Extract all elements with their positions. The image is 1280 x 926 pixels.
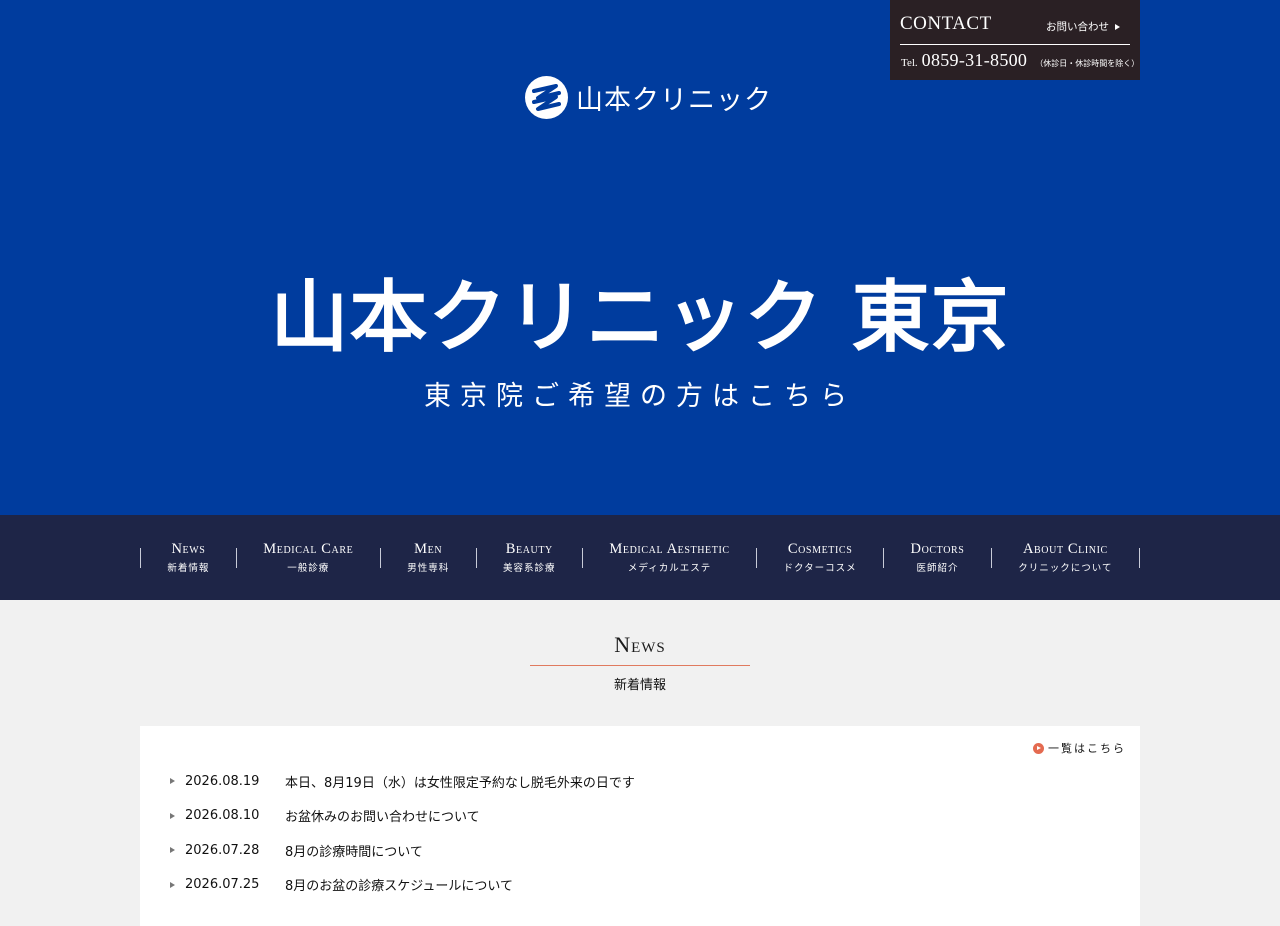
contact-link[interactable]: お問い合わせ	[1046, 19, 1120, 34]
news-date: 2026.07.28	[185, 842, 260, 858]
news-date: 2026.08.10	[185, 808, 260, 824]
news-list-link-label: 一覧はこちら	[1048, 742, 1126, 755]
nav-item-about-clinic[interactable]: About Clinic クリニックについて	[1018, 541, 1112, 574]
circle-arrow-icon	[1033, 742, 1044, 754]
contact-link-label: お問い合わせ	[1046, 21, 1109, 33]
hero-subtitle[interactable]: 東京院ご希望の方はこちら	[0, 374, 1280, 413]
nav-item-en: News	[171, 541, 206, 557]
nav-item-en: Beauty	[505, 541, 553, 557]
news-item[interactable]: 2026.07.28 8月の診療時間について	[170, 833, 635, 868]
tel-note: （休診日・休診時間を除く）	[1035, 59, 1140, 68]
nav-divider	[379, 547, 381, 568]
news-heading: News	[614, 632, 666, 657]
nav-item-ja: 新着情報	[167, 563, 210, 574]
nav-item-news[interactable]: News 新着情報	[167, 541, 209, 574]
news-title[interactable]: 8月の診療時間について	[285, 841, 423, 860]
contact-phone: Tel. 0859-31-8500 （休診日・休診時間を除く）	[901, 50, 1139, 71]
tel-label: Tel.	[901, 57, 918, 69]
nav-item-ja: ドクターコスメ	[783, 563, 857, 574]
nav-item-medical-care[interactable]: Medical Care 一般診療	[263, 541, 353, 574]
bullet-arrow-icon	[170, 778, 175, 785]
logo-text: 山本クリニック	[576, 84, 772, 116]
news-date: 2026.07.25	[185, 877, 260, 893]
nav-item-en: Medical Care	[263, 541, 354, 557]
bullet-arrow-icon	[170, 881, 175, 888]
nav-item-ja: 一般診療	[287, 563, 330, 574]
news-section-header: News 新着情報	[0, 600, 1280, 726]
news-heading-rule	[530, 665, 750, 666]
news-list-link[interactable]: 一覧はこちら	[1033, 740, 1126, 756]
divider	[900, 44, 1130, 45]
bullet-arrow-icon	[170, 847, 175, 854]
logo-mark-icon	[525, 75, 568, 119]
hero-title: 山本クリニック 東京	[270, 273, 1010, 363]
nav-divider	[990, 547, 992, 568]
nav-item-beauty[interactable]: Beauty 美容系診療	[503, 541, 556, 574]
nav-item-ja: 美容系診療	[503, 563, 556, 574]
news-date: 2026.08.19	[185, 773, 260, 789]
nav-divider	[883, 547, 885, 568]
nav-divider	[581, 547, 583, 568]
nav-divider	[235, 547, 237, 568]
news-item[interactable]: 2026.08.10 お盆休みのお問い合わせについて	[170, 799, 635, 834]
news-subheading: 新着情報	[613, 678, 666, 693]
tel-number: 0859-31-8500	[921, 50, 1028, 70]
nav-divider	[756, 547, 758, 568]
bullet-arrow-icon	[170, 812, 175, 819]
news-item[interactable]: 2026.08.19 本日、8月19日（水）は女性限定予約なし脱毛外来の日です	[170, 764, 635, 799]
nav-item-ja: 医師紹介	[916, 563, 959, 574]
nav-item-en: About Clinic	[1022, 541, 1108, 557]
nav-item-cosmetics[interactable]: Cosmetics ドクターコスメ	[784, 541, 857, 574]
nav-item-ja: 男性専科	[407, 563, 450, 574]
news-title[interactable]: お盆休みのお問い合わせについて	[285, 806, 480, 825]
contact-title: CONTACT	[900, 13, 992, 34]
news-title[interactable]: 本日、8月19日（水）は女性限定予約なし脱毛外来の日です	[285, 772, 635, 791]
arrow-right-icon	[1115, 23, 1120, 30]
hero-banner[interactable]: CONTACT お問い合わせ Tel. 0859-31-8500 （休診日・休診…	[0, 0, 1280, 515]
nav-item-medical-aesthetic[interactable]: Medical Aesthetic メディカルエステ	[609, 541, 729, 574]
main-navigation: News 新着情報 Medical Care 一般診療 Men 男性専科 Bea…	[0, 515, 1280, 600]
contact-box[interactable]: CONTACT お問い合わせ Tel. 0859-31-8500 （休診日・休診…	[890, 0, 1140, 80]
news-item[interactable]: 2026.07.25 8月のお盆の診療スケジュールについて	[170, 868, 635, 903]
nav-item-en: Medical Aesthetic	[609, 541, 730, 557]
clinic-logo[interactable]: 山本クリニック	[525, 75, 772, 119]
nav-divider	[475, 547, 477, 568]
nav-item-ja: メディカルエステ	[627, 563, 712, 574]
nav-divider	[140, 547, 141, 568]
nav-divider	[1138, 547, 1140, 568]
news-list: 2026.08.19 本日、8月19日（水）は女性限定予約なし脱毛外来の日です …	[170, 764, 635, 902]
nav-item-en: Men	[414, 541, 443, 557]
nav-item-ja: クリニックについて	[1018, 563, 1113, 574]
news-title[interactable]: 8月のお盆の診療スケジュールについて	[285, 875, 513, 894]
nav-item-en: Cosmetics	[787, 541, 853, 557]
nav-item-men[interactable]: Men 男性専科	[407, 541, 449, 574]
nav-item-en: Doctors	[910, 541, 965, 557]
nav-item-doctors[interactable]: Doctors 医師紹介	[911, 541, 965, 574]
news-panel: 一覧はこちら 2026.08.19 本日、8月19日（水）は女性限定予約なし脱毛…	[140, 726, 1140, 926]
